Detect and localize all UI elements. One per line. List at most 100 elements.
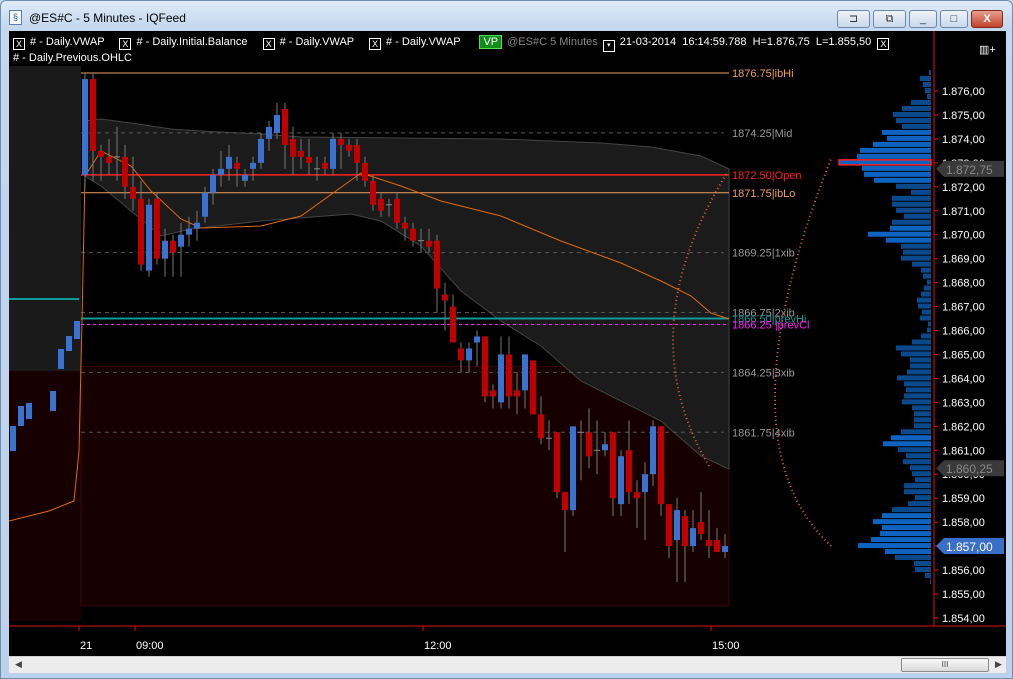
volume-profile-bar (917, 297, 931, 303)
scroll-left-icon[interactable]: ◀ (15, 659, 22, 670)
volume-profile-bar (928, 321, 931, 327)
candle-up (50, 391, 56, 411)
candle-down (698, 522, 704, 535)
volume-profile-bar (871, 537, 931, 543)
price-tick-label: 1.876,00 (942, 86, 985, 98)
candle-up (602, 444, 608, 451)
volume-profile-bar (925, 572, 931, 578)
volume-profile-bar (897, 375, 931, 381)
candle-down (586, 432, 592, 457)
title-bar[interactable]: § @ES#C - 5 Minutes - IQFeed ⊐ ⧉ _ □ X (1, 1, 1012, 31)
chevron-down-icon[interactable]: ▾ (602, 40, 615, 52)
volume-profile-bar (896, 183, 931, 189)
candle-down (530, 360, 536, 415)
price-tick-label: 1.875,00 (942, 110, 985, 122)
pin-button[interactable]: ⊐ (837, 10, 870, 28)
minimize-button[interactable]: _ (909, 10, 937, 28)
remove-indicator-icon[interactable]: X (119, 38, 132, 50)
detach-button[interactable]: ⧉ (873, 10, 906, 28)
volume-profile-bar (920, 76, 931, 82)
candle-down (290, 138, 296, 157)
candle-down (354, 144, 360, 163)
close-profile-icon[interactable]: X (877, 38, 890, 50)
high-label: H=1.876,75 (752, 36, 810, 48)
remove-indicator-icon[interactable]: X (262, 38, 275, 50)
candle-down (450, 306, 456, 343)
close-button[interactable]: X (971, 10, 1003, 28)
volume-profile-bar (892, 201, 931, 207)
volume-profile-bar (911, 99, 931, 105)
price-tick-label: 1.864,00 (942, 373, 985, 385)
candle-up (466, 348, 472, 361)
candle-up (58, 349, 64, 369)
volume-profile-bar (891, 435, 931, 441)
maximize-button[interactable]: □ (940, 10, 968, 28)
volume-profile-bar (915, 495, 931, 501)
volume-profile-bar (885, 549, 931, 555)
window-title: @ES#C - 5 Minutes - IQFeed (29, 11, 186, 25)
volume-profile-bar (898, 447, 931, 453)
indicator-vwap-2[interactable]: X # - Daily.VWAP (262, 36, 354, 50)
volume-profile-bar (858, 543, 931, 549)
candle-up (218, 168, 224, 175)
candle-up (522, 354, 528, 391)
price-tick-label: 1.868,00 (942, 278, 985, 290)
volume-profile-bar (887, 135, 931, 141)
candle-down (634, 492, 640, 499)
volume-profile-bar (921, 267, 931, 273)
indicator-vwap-1[interactable]: X # - Daily.VWAP (13, 36, 104, 50)
time-label: 16:14:59.788 (682, 36, 747, 48)
candle-down (714, 540, 720, 553)
price-chart[interactable]: 1876.75|ibHi 1874.25|Mid 1872.50|Open 1871.… (9, 31, 1006, 656)
panel-settings-icon[interactable]: ▥+ (979, 43, 996, 56)
candle-up (202, 192, 208, 217)
candle-down (506, 354, 512, 397)
volume-profile-bar (901, 255, 931, 261)
candle-up (74, 321, 80, 339)
price-tick-label: 1.874,00 (942, 134, 985, 146)
candle-up (570, 426, 576, 511)
indicator-previous-ohlc[interactable]: # - Daily.Previous.OHLC (13, 52, 132, 64)
remove-indicator-icon[interactable]: X (13, 38, 25, 50)
chart-area[interactable]: 1876.75|ibHi 1874.25|Mid 1872.50|Open 1871.… (9, 31, 1006, 656)
scrollbar-thumb[interactable]: III (901, 658, 989, 672)
candle-down (338, 138, 344, 145)
indicator-vwap-3[interactable]: X # - Daily.VWAP (369, 36, 460, 50)
indicator-label: # - Daily.Initial.Balance (136, 36, 248, 48)
horizontal-scrollbar[interactable]: ◀ III ▶ (9, 656, 1006, 673)
symbol-label: @ES#C 5 Minutes (507, 36, 598, 48)
volume-profile-bar (921, 333, 931, 339)
candle-up (650, 426, 656, 475)
volume-profile-bar (906, 387, 931, 393)
volume-profile-badge[interactable]: VP (479, 35, 503, 49)
scroll-right-icon[interactable]: ▶ (995, 659, 1002, 670)
volume-profile-bar (912, 471, 931, 477)
time-tick-label: 15:00 (712, 640, 740, 652)
volume-profile-bar (902, 105, 931, 111)
candle-up (266, 126, 272, 139)
candle-up (162, 240, 168, 259)
chart-window: § @ES#C - 5 Minutes - IQFeed ⊐ ⧉ _ □ X 1… (0, 0, 1013, 679)
price-tick-label: 1.861,00 (942, 445, 985, 457)
indicator-initial-balance[interactable]: X # - Daily.Initial.Balance (119, 36, 248, 50)
remove-indicator-icon[interactable]: X (369, 38, 382, 50)
level-label: 1869.25|1xib (732, 248, 795, 260)
price-tick-label: 1.862,00 (942, 421, 985, 433)
volume-profile-bar (911, 189, 931, 195)
time-tick-label: 09:00 (136, 640, 164, 652)
volume-profile-bar (904, 381, 931, 387)
volume-profile-bar (896, 117, 931, 123)
volume-profile-bar (923, 82, 931, 88)
candle-up (474, 336, 480, 343)
volume-profile-bar (868, 231, 931, 237)
volume-profile-bar (901, 351, 931, 357)
volume-profile-bar (912, 339, 931, 345)
candle-down (282, 108, 288, 145)
candle-down (658, 426, 664, 505)
candle-up (498, 354, 504, 403)
price-marker-label: 1.860,25 (946, 462, 993, 476)
candle-down (306, 156, 312, 163)
volume-profile-bar (914, 561, 931, 567)
volume-profile-bar (864, 171, 931, 177)
candle-down (370, 180, 376, 205)
